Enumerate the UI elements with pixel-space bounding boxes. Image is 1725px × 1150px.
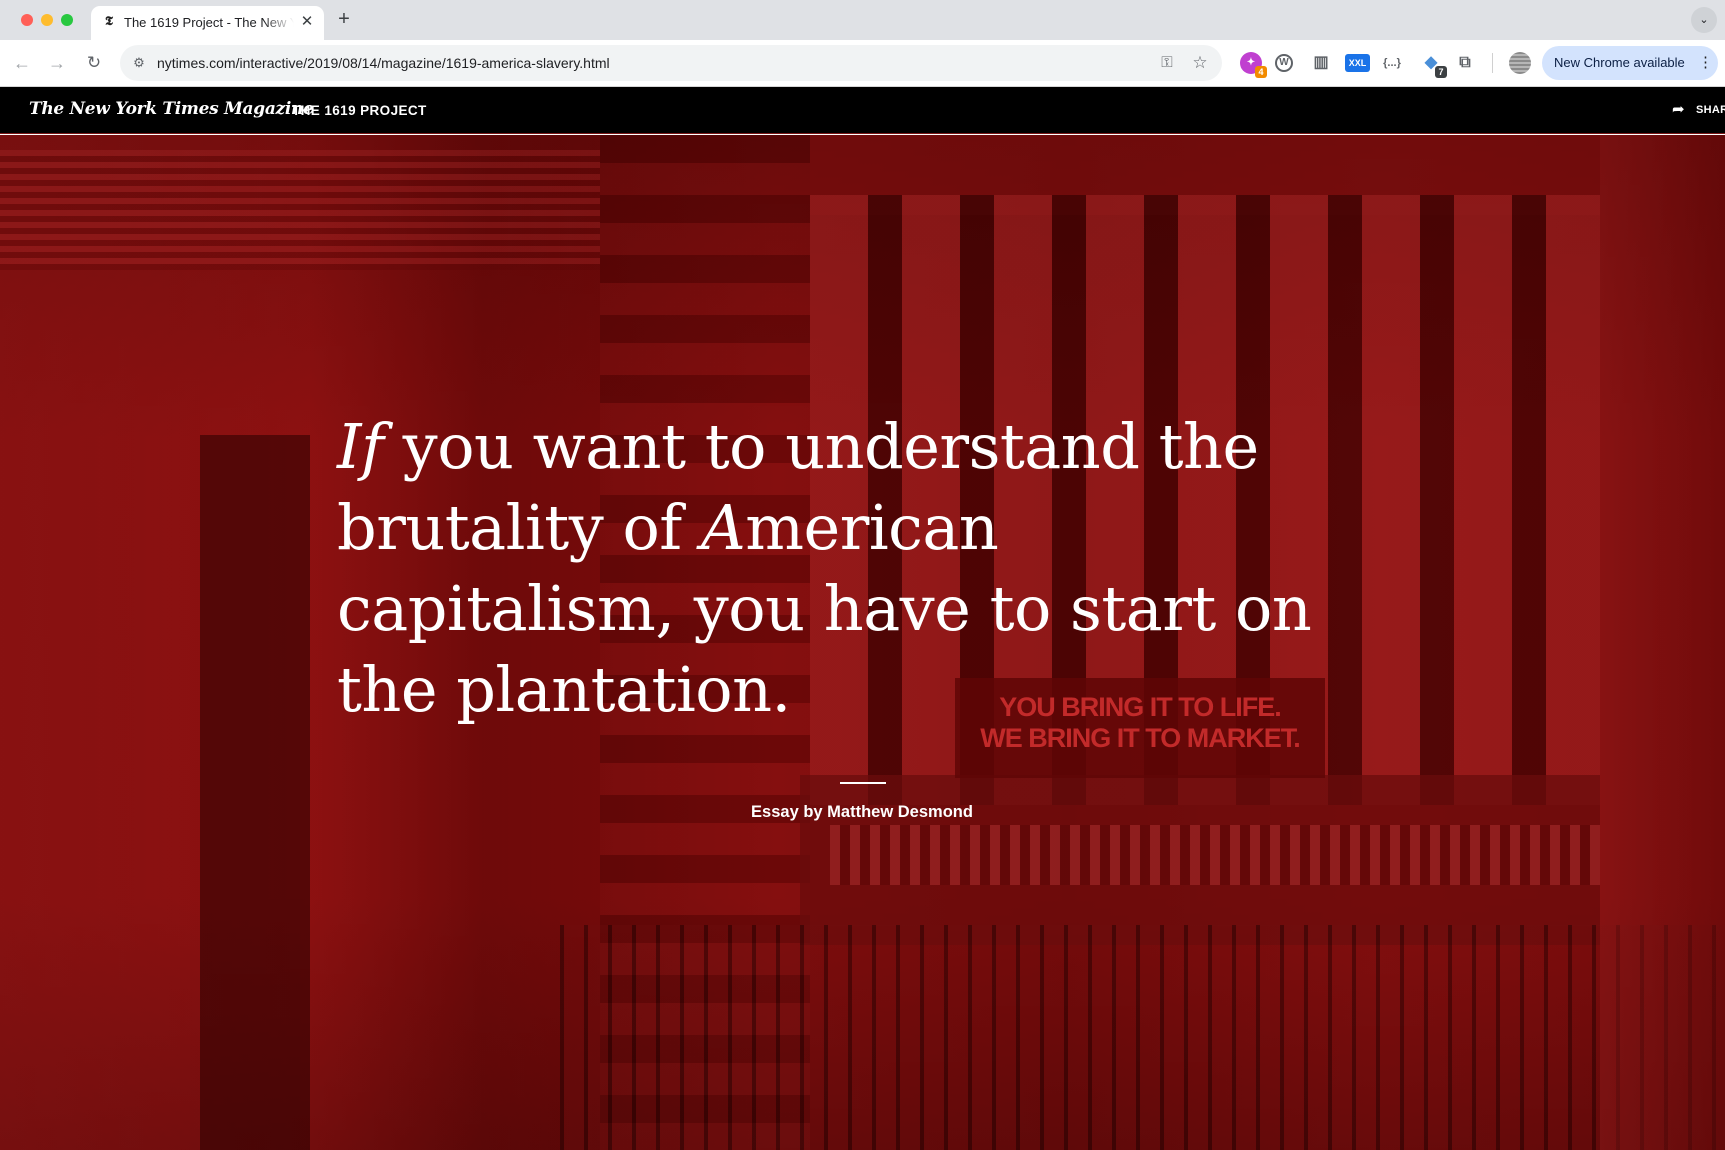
archive-icon[interactable]: ▥	[1310, 52, 1332, 74]
share-label: SHARE	[1696, 104, 1725, 116]
toolbar-separator	[1492, 53, 1493, 73]
project-label[interactable]: THE 1619 PROJECT	[292, 103, 427, 118]
tab-strip: 𝕿 The 1619 Project - The New York Times …	[0, 0, 1725, 40]
tab-close-icon[interactable]: ✕	[298, 13, 316, 31]
extension-badge: 4	[1255, 66, 1267, 78]
puzzle-piece-icon[interactable]: ✦ 4	[1240, 52, 1267, 78]
profile-avatar[interactable]	[1509, 52, 1531, 74]
building-left-doorway	[200, 435, 310, 1150]
tab-search-button[interactable]: ⌄	[1691, 7, 1717, 33]
extensions-icon[interactable]: ⧉	[1454, 52, 1476, 74]
reload-button[interactable]: ↻	[82, 51, 106, 75]
byline[interactable]: Essay by Matthew Desmond	[662, 803, 1062, 822]
quote-american-initial: A	[700, 491, 746, 564]
nyt-favicon-icon: 𝕿	[105, 14, 113, 29]
url-text[interactable]: nytimes.com/interactive/2019/08/14/magaz…	[157, 55, 610, 71]
more-menu-icon[interactable]: ⋮	[1698, 53, 1713, 73]
new-chrome-available-button[interactable]: New Chrome available ⋮	[1542, 46, 1718, 80]
pull-quote: If you want to understand the brutality …	[337, 406, 1347, 730]
update-label: New Chrome available	[1554, 55, 1685, 70]
share-arrow-icon: ➦	[1672, 101, 1685, 118]
tab-title: The 1619 Project - The New York Times	[124, 15, 294, 30]
active-tab[interactable]: 𝕿 The 1619 Project - The New York Times …	[91, 6, 324, 40]
back-button[interactable]: ←	[10, 51, 34, 75]
xxl-icon[interactable]: XXL	[1345, 54, 1370, 72]
hero-image: YOU BRING IT TO LIFE. WE BRING IT TO MAR…	[0, 135, 1725, 1150]
building-balustrade	[830, 825, 1600, 885]
address-bar[interactable]: ⚙ nytimes.com/interactive/2019/08/14/mag…	[120, 45, 1222, 81]
browser-toolbar: ← → ↻ ⚙ nytimes.com/interactive/2019/08/…	[0, 40, 1725, 87]
extension-badge: 7	[1435, 66, 1447, 78]
tracker-icon[interactable]: ◆ 7	[1420, 52, 1447, 78]
new-tab-button[interactable]: +	[334, 8, 354, 30]
street-railing	[560, 925, 1725, 1150]
building-left-cornice	[0, 150, 600, 270]
bookmark-star-icon[interactable]: ☆	[1190, 53, 1210, 73]
json-viewer-icon[interactable]: {...}	[1381, 52, 1403, 74]
byline-divider	[840, 782, 886, 784]
nyt-magazine-logo[interactable]: The New York Times Magazine	[29, 99, 314, 119]
site-header: The New York Times Magazine THE 1619 PRO…	[0, 87, 1725, 134]
window-close-button[interactable]	[21, 14, 33, 26]
window-maximize-button[interactable]	[61, 14, 73, 26]
building-right-pillar	[1600, 135, 1725, 1150]
site-info-icon[interactable]: ⚙	[130, 54, 148, 72]
window-minimize-button[interactable]	[41, 14, 53, 26]
password-key-icon[interactable]: ⚿	[1157, 53, 1177, 73]
quote-initial: If	[337, 410, 384, 483]
forward-button[interactable]: →	[45, 51, 69, 75]
wordpress-icon[interactable]: W	[1275, 54, 1293, 72]
